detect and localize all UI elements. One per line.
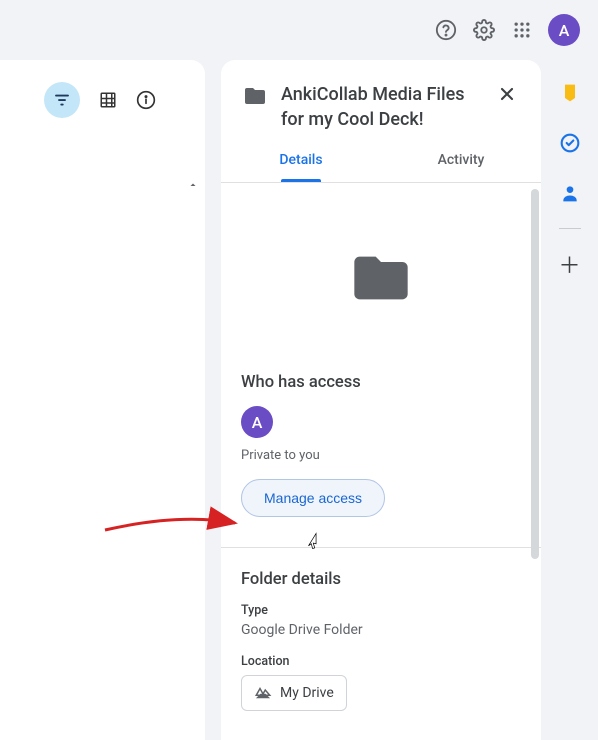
manage-access-button[interactable]: Manage access bbox=[241, 479, 385, 517]
grid-view-icon[interactable] bbox=[98, 90, 118, 110]
tasks-icon[interactable] bbox=[559, 132, 581, 154]
settings-gear-icon[interactable] bbox=[472, 18, 496, 42]
tab-activity[interactable]: Activity bbox=[381, 152, 541, 182]
folder-details-title: Folder details bbox=[241, 570, 521, 589]
details-panel: AnkiCollab Media Files for my Cool Deck!… bbox=[221, 60, 541, 740]
type-label: Type bbox=[241, 603, 521, 618]
file-list-panel bbox=[0, 60, 205, 740]
access-section-title: Who has access bbox=[241, 373, 521, 392]
tab-details[interactable]: Details bbox=[221, 152, 381, 182]
location-label: Location bbox=[241, 654, 521, 669]
account-avatar[interactable]: A bbox=[548, 14, 580, 46]
side-panel: ＋ bbox=[541, 60, 598, 740]
owner-avatar: A bbox=[241, 406, 273, 438]
location-chip-label: My Drive bbox=[280, 685, 334, 701]
close-icon[interactable] bbox=[495, 82, 519, 106]
access-status: Private to you bbox=[241, 448, 521, 463]
keep-icon[interactable] bbox=[559, 82, 581, 104]
panel-title: AnkiCollab Media Files for my Cool Deck! bbox=[281, 82, 481, 132]
info-icon[interactable] bbox=[136, 90, 156, 110]
contacts-icon[interactable] bbox=[559, 182, 581, 204]
folder-icon bbox=[243, 84, 267, 108]
divider bbox=[221, 547, 541, 548]
help-icon[interactable] bbox=[434, 18, 458, 42]
filter-button[interactable] bbox=[44, 82, 80, 118]
scrollbar[interactable] bbox=[531, 189, 539, 559]
type-value: Google Drive Folder bbox=[241, 622, 521, 638]
location-chip[interactable]: My Drive bbox=[241, 675, 347, 711]
add-addon-icon[interactable]: ＋ bbox=[559, 253, 581, 275]
apps-grid-icon[interactable] bbox=[510, 18, 534, 42]
folder-preview bbox=[221, 183, 541, 373]
collapse-caret-icon[interactable] bbox=[187, 176, 199, 195]
side-divider bbox=[559, 228, 581, 229]
